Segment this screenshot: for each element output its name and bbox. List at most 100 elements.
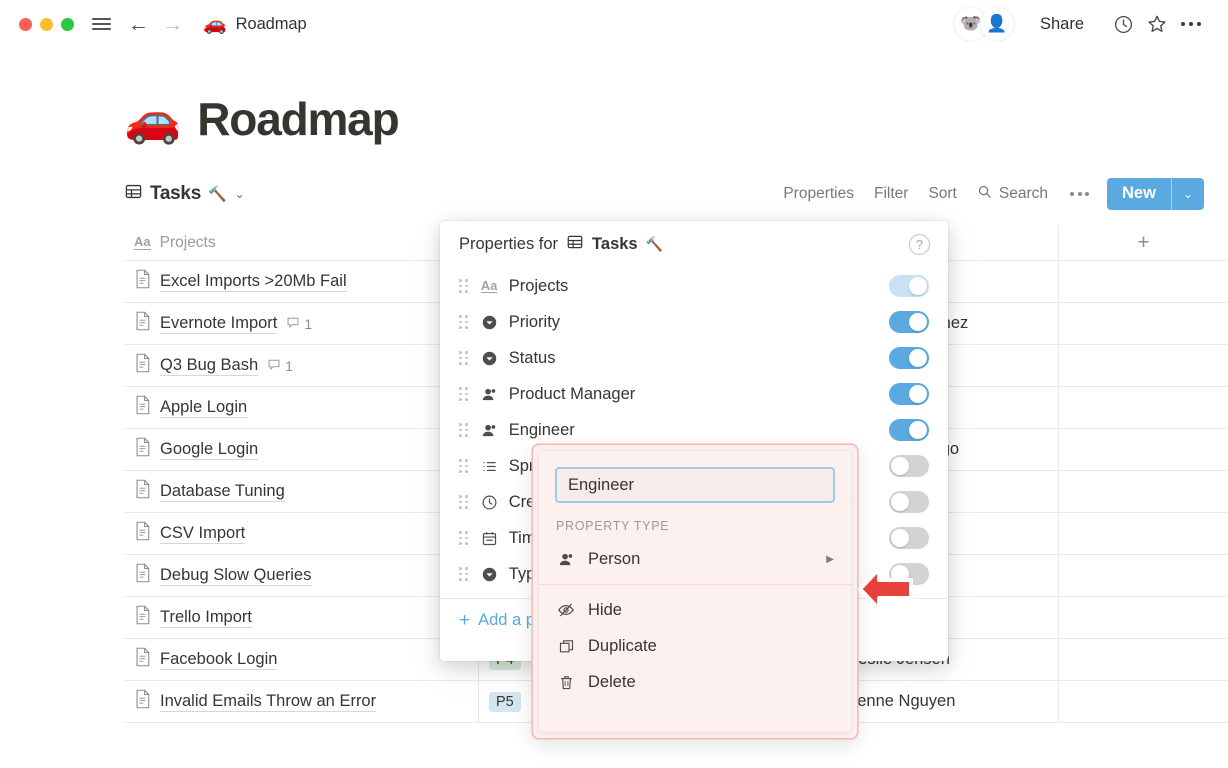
cell-project[interactable]: Apple Login [124, 387, 479, 428]
filter-button[interactable]: Filter [864, 181, 918, 207]
forward-button[interactable]: → [162, 14, 183, 35]
document-icon [134, 605, 151, 630]
project-title[interactable]: Excel Imports >20Mb Fail [160, 272, 347, 292]
maximize-button[interactable] [61, 17, 74, 31]
avatar[interactable]: 👤 [979, 7, 1014, 41]
cell-project[interactable]: Excel Imports >20Mb Fail [124, 261, 479, 302]
avatar-group[interactable]: 🐨 👤 [953, 7, 1016, 41]
cell-project[interactable]: Trello Import [124, 597, 479, 638]
view-toolbar: Tasks 🔨 ⌄ Properties Filter Sort Search … [124, 178, 1204, 210]
project-title[interactable]: Google Login [160, 440, 259, 460]
dialog-view-name: Tasks [592, 235, 638, 253]
drag-handle[interactable] [459, 423, 469, 437]
priority-tag: P5 [489, 691, 521, 712]
cell-project[interactable]: Q3 Bug Bash 1 [124, 345, 479, 386]
plus-icon: + [459, 610, 471, 631]
view-actions: Properties Filter Sort Search New ⌄ [773, 178, 1204, 210]
sort-button[interactable]: Sort [918, 181, 966, 207]
property-visibility-toggle[interactable] [889, 491, 929, 513]
cell-empty [1059, 555, 1228, 596]
property-row-projects[interactable]: Aa Projects [440, 268, 948, 304]
drag-handle[interactable] [459, 351, 469, 365]
menu-item-duplicate[interactable]: Duplicate [539, 628, 851, 664]
titlebar: ← → 🚗 Roadmap 🐨 👤 Share [0, 0, 1228, 48]
project-title[interactable]: Debug Slow Queries [160, 566, 312, 586]
project-title[interactable]: Q3 Bug Bash [160, 356, 259, 376]
hamburger-icon[interactable] [92, 18, 111, 30]
share-button[interactable]: Share [1030, 11, 1094, 38]
chevron-down-icon[interactable]: ⌄ [1172, 178, 1204, 210]
page-header: 🚗 Roadmap [124, 92, 400, 146]
more-horizontal-icon[interactable] [1174, 7, 1208, 41]
property-row-priority[interactable]: Priority [440, 304, 948, 340]
project-title[interactable]: Trello Import [160, 608, 252, 628]
back-button[interactable]: ← [128, 14, 149, 35]
close-button[interactable] [19, 17, 32, 31]
breadcrumb[interactable]: 🚗 Roadmap [203, 15, 307, 34]
property-visibility-toggle[interactable] [889, 527, 929, 549]
property-row-status[interactable]: Status [440, 340, 948, 376]
chevron-down-icon[interactable]: ⌄ [235, 187, 245, 201]
property-visibility-toggle[interactable] [889, 419, 929, 441]
property-visibility-toggle[interactable] [889, 383, 929, 405]
new-button[interactable]: New ⌄ [1107, 178, 1204, 210]
menu-item-hide[interactable]: Hide [539, 592, 851, 628]
help-circle-icon[interactable]: ? [909, 234, 930, 255]
cell-project[interactable]: Evernote Import 1 [124, 303, 479, 344]
project-title[interactable]: Facebook Login [160, 650, 278, 670]
add-column-button[interactable]: + [1059, 225, 1228, 260]
property-name-input[interactable] [555, 467, 835, 503]
project-title[interactable]: Apple Login [160, 398, 248, 418]
property-visibility-toggle[interactable] [889, 455, 929, 477]
cell-project[interactable]: Debug Slow Queries [124, 555, 479, 596]
property-name-field-wrap [539, 467, 851, 503]
property-row-engineer[interactable]: Engineer [440, 412, 948, 448]
hammer-icon: 🔨 [645, 236, 664, 252]
project-title[interactable]: Invalid Emails Throw an Error [160, 692, 377, 712]
document-icon [134, 353, 151, 378]
document-icon [134, 479, 151, 504]
property-visibility-toggle[interactable] [889, 275, 929, 297]
drag-handle[interactable] [459, 531, 469, 545]
project-title[interactable]: Evernote Import [160, 314, 278, 334]
clock-icon[interactable] [1106, 7, 1140, 41]
cell-empty [1059, 387, 1228, 428]
person-name: Jenne Nguyen [849, 692, 956, 710]
view-more-icon[interactable] [1058, 188, 1101, 200]
menu-item-label: Delete [588, 672, 636, 691]
drag-handle[interactable] [459, 495, 469, 509]
table-icon [566, 233, 584, 256]
document-icon [134, 437, 151, 462]
property-type-label: Person [588, 549, 641, 568]
cell-project[interactable]: Database Tuning [124, 471, 479, 512]
property-type-person[interactable]: Person ▶ [539, 541, 851, 577]
menu-item-label: Hide [588, 600, 622, 619]
tab-tasks[interactable]: Tasks 🔨 ⌄ [124, 182, 245, 206]
property-visibility-toggle[interactable] [889, 347, 929, 369]
drag-handle[interactable] [459, 459, 469, 473]
minimize-button[interactable] [40, 17, 53, 31]
property-visibility-toggle[interactable] [889, 311, 929, 333]
property-row-product-manager[interactable]: Product Manager [440, 376, 948, 412]
drag-handle[interactable] [459, 567, 469, 581]
cell-project[interactable]: CSV Import [124, 513, 479, 554]
project-title[interactable]: CSV Import [160, 524, 246, 544]
menu-item-delete[interactable]: Delete [539, 664, 851, 700]
comment-count[interactable]: 1 [286, 315, 312, 332]
breadcrumb-title: Roadmap [235, 14, 307, 33]
page-title: Roadmap [197, 93, 399, 145]
search-button[interactable]: Search [967, 180, 1058, 208]
comment-count[interactable]: 1 [267, 357, 293, 374]
drag-handle[interactable] [459, 279, 469, 293]
cell-project[interactable]: Facebook Login [124, 639, 479, 680]
cell-project[interactable]: Invalid Emails Throw an Error [124, 681, 479, 722]
drag-handle[interactable] [459, 315, 469, 329]
document-icon [134, 311, 151, 336]
cell-project[interactable]: Google Login [124, 429, 479, 470]
column-header-projects[interactable]: Aa Projects [124, 225, 479, 260]
property-type-section-label: PROPERTY TYPE [556, 519, 670, 533]
star-icon[interactable] [1140, 7, 1174, 41]
drag-handle[interactable] [459, 387, 469, 401]
project-title[interactable]: Database Tuning [160, 482, 285, 502]
properties-button[interactable]: Properties [773, 181, 864, 207]
